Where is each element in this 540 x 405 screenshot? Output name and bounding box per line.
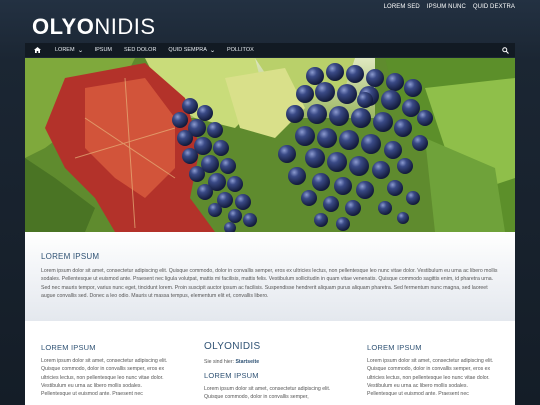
main-navigation: LOREM ⌄ IPSUM SED DOLOR QUID SEMPRA ⌄ PO… bbox=[25, 43, 515, 57]
left-column-text: Lorem ipsum dolor sit amet, consectetur … bbox=[41, 358, 168, 398]
nav-item-label: IPSUM bbox=[94, 47, 113, 53]
hero-image bbox=[25, 58, 515, 232]
nav-item-label: QUID SEMPRA bbox=[168, 47, 207, 53]
intro-heading: LOREM IPSUM bbox=[41, 252, 100, 261]
chevron-down-icon: ⌄ bbox=[77, 47, 84, 54]
intro-text: Lorem ipsum dolor sit amet, consectetur … bbox=[41, 268, 498, 299]
nav-item-sed-dolor[interactable]: SED DOLOR bbox=[124, 47, 156, 53]
nav-item-label: LOREM bbox=[55, 47, 75, 53]
page-title: OLYONIDIS bbox=[204, 341, 261, 352]
breadcrumb: Sie sind hier: Startseite bbox=[204, 359, 335, 365]
nav-item-label: SED DOLOR bbox=[124, 47, 157, 53]
grapes-and-vine-leaves-image bbox=[25, 58, 515, 232]
intro-section: LOREM IPSUM Lorem ipsum dolor sit amet, … bbox=[25, 232, 515, 321]
left-column: LOREM IPSUM Lorem ipsum dolor sit amet, … bbox=[25, 321, 188, 405]
nav-item-lorem[interactable]: LOREM ⌄ bbox=[55, 47, 83, 54]
nav-item-quid-sempra[interactable]: QUID SEMPRA ⌄ bbox=[168, 47, 215, 54]
middle-column-heading: LOREM IPSUM bbox=[204, 371, 259, 380]
right-column: LOREM IPSUM Lorem ipsum dolor sit amet, … bbox=[351, 321, 514, 405]
utility-link-3[interactable]: QUID DEXTRA bbox=[473, 4, 515, 10]
middle-column: OLYONIDIS Sie sind hier: Startseite LORE… bbox=[188, 321, 351, 405]
utility-links: LOREM SED IPSUM NUNC QUID DEXTRA bbox=[384, 4, 515, 10]
nav-item-label: POLLITOX bbox=[226, 47, 254, 53]
nav-item-ipsum[interactable]: IPSUM bbox=[95, 47, 112, 53]
content-columns: LOREM IPSUM Lorem ipsum dolor sit amet, … bbox=[25, 321, 515, 405]
logo-light: NIDIS bbox=[94, 14, 156, 39]
utility-link-2[interactable]: IPSUM NUNC bbox=[427, 4, 466, 10]
site-logo[interactable]: OLYONIDIS bbox=[32, 15, 156, 39]
right-column-text: Lorem ipsum dolor sit amet, consectetur … bbox=[367, 358, 494, 398]
home-icon[interactable] bbox=[31, 47, 43, 53]
breadcrumb-prefix: Sie sind hier: bbox=[204, 359, 234, 365]
left-column-heading: LOREM IPSUM bbox=[41, 343, 96, 352]
logo-bold: OLYO bbox=[32, 14, 95, 39]
middle-column-text: Lorem ipsum dolor sit amet, consectetur … bbox=[204, 386, 331, 401]
utility-link-1[interactable]: LOREM SED bbox=[384, 4, 420, 10]
chevron-down-icon: ⌄ bbox=[209, 47, 216, 54]
breadcrumb-link-startseite[interactable]: Startseite bbox=[235, 359, 259, 365]
nav-item-pollitox[interactable]: POLLITOX bbox=[227, 47, 254, 53]
right-column-heading: LOREM IPSUM bbox=[367, 343, 422, 352]
search-icon[interactable] bbox=[502, 46, 509, 54]
